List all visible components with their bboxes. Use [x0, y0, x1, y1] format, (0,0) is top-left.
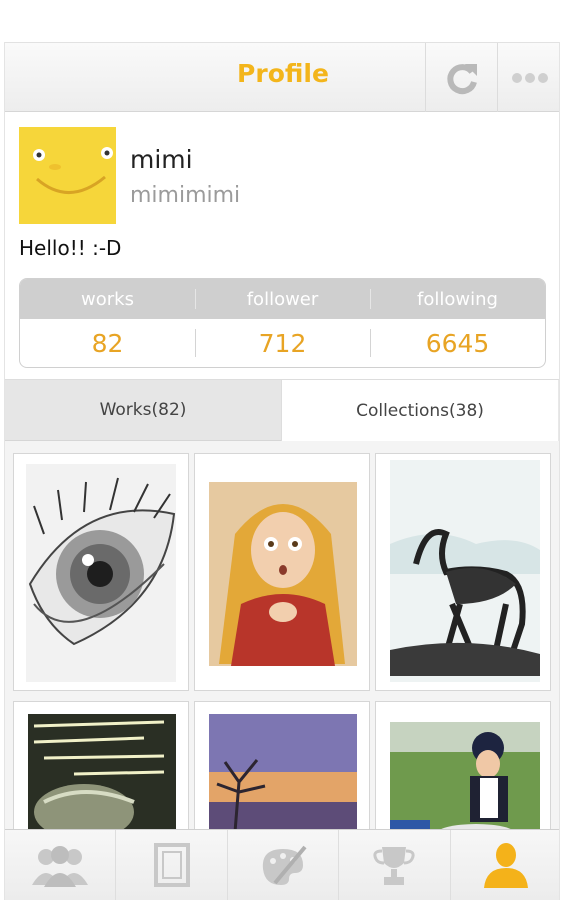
top-bar: Profile — [5, 42, 559, 112]
nav-ranking[interactable] — [338, 830, 449, 900]
frame-icon — [153, 843, 190, 887]
more-button[interactable] — [497, 43, 559, 112]
nav-people[interactable] — [5, 830, 115, 900]
user-icon — [483, 843, 528, 888]
refresh-icon — [446, 63, 477, 94]
nav-draw[interactable] — [226, 830, 338, 900]
nav-profile[interactable] — [449, 830, 559, 900]
tab-works[interactable]: Works(82) — [5, 380, 281, 441]
gallery-item-eye-sketch[interactable] — [13, 453, 189, 691]
trophy-icon — [373, 847, 416, 885]
avatar[interactable] — [19, 127, 116, 224]
stat-label-works: works — [81, 288, 134, 310]
profile-bio: Hello!! :-D — [19, 236, 122, 260]
gallery-item-tree-sunset[interactable] — [194, 701, 370, 841]
bottom-nav — [5, 829, 559, 900]
stat-label-following: following — [370, 279, 545, 319]
stat-label-follower: follower — [195, 279, 370, 319]
stat-value-works[interactable]: 82 — [20, 319, 195, 367]
app-window: Profile mimi mimimimi Hello!!:-D works … — [4, 42, 560, 900]
more-dots-icon — [511, 72, 548, 83]
profile-handle: mimimimi — [130, 183, 241, 208]
gallery-item-horse-drawing[interactable] — [375, 453, 551, 691]
stats-panel: works follower following 82 712 6645 — [19, 278, 546, 368]
gallery-item-blonde-girl[interactable] — [194, 453, 370, 691]
content-tabs: Works(82) Collections(38) — [5, 379, 559, 441]
nav-gallery[interactable] — [115, 830, 226, 900]
stat-value-follower[interactable]: 712 — [195, 319, 370, 367]
tab-collections[interactable]: Collections(38) — [281, 380, 559, 441]
profile-name: mimi — [130, 145, 193, 174]
palette-icon — [262, 845, 307, 885]
gallery-item-handwritten-face[interactable] — [13, 701, 189, 841]
refresh-button[interactable] — [425, 43, 497, 112]
stat-value-following[interactable]: 6645 — [370, 319, 545, 367]
gallery-item-rider-photo[interactable] — [375, 701, 551, 841]
gallery-grid — [5, 441, 559, 841]
people-icon — [32, 846, 89, 887]
